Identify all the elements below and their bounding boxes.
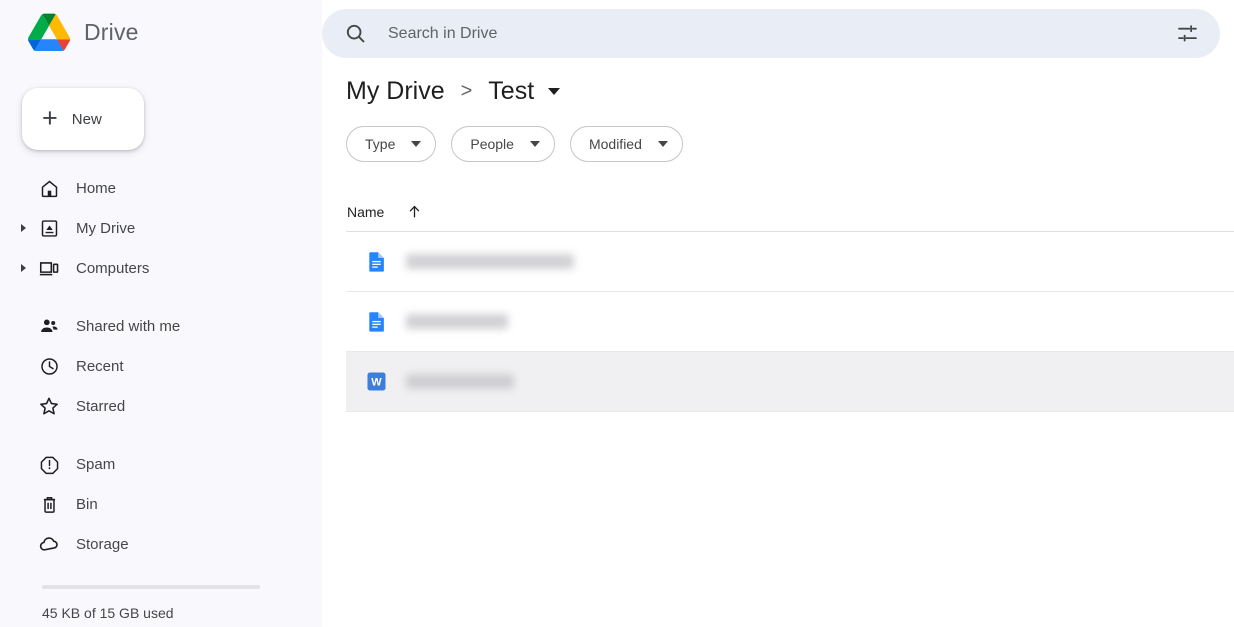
plus-icon: + <box>42 105 58 132</box>
sidebar-item-label: My Drive <box>76 220 135 237</box>
google-docs-icon <box>346 310 406 333</box>
table-header: Name <box>346 192 1234 232</box>
svg-text:W: W <box>371 377 382 389</box>
chevron-down-icon <box>658 141 668 147</box>
file-table: Name <box>346 192 1234 412</box>
new-button-label: New <box>72 111 102 128</box>
search-options-button[interactable] <box>1172 22 1202 45</box>
sidebar-item-my-drive[interactable]: My Drive <box>0 208 322 248</box>
sidebar-item-shared-with-me[interactable]: Shared with me <box>0 306 322 346</box>
arrow-up-icon <box>406 203 423 220</box>
nav-group-drive: Home My Drive <box>0 168 322 288</box>
people-icon <box>32 315 66 337</box>
my-drive-icon <box>32 218 66 239</box>
sidebar-item-computers[interactable]: Computers <box>0 248 322 288</box>
drive-app: Drive + New Home <box>0 0 1234 627</box>
sidebar-item-spam[interactable]: Spam <box>0 444 322 484</box>
clock-icon <box>32 356 66 377</box>
star-icon <box>32 395 66 417</box>
computers-icon <box>32 257 66 279</box>
breadcrumb: My Drive > Test <box>346 58 1234 124</box>
storage-section: 45 KB of 15 GB used <box>0 585 322 627</box>
main-area: My Drive > Test Type People Modified <box>322 0 1234 627</box>
table-row[interactable] <box>346 292 1234 352</box>
sidebar-item-label: Recent <box>76 358 124 375</box>
sidebar-item-label: Bin <box>76 496 98 513</box>
column-header-label: Name <box>347 204 384 220</box>
sidebar-item-recent[interactable]: Recent <box>0 346 322 386</box>
chevron-down-icon <box>411 141 421 147</box>
search-bar[interactable] <box>322 9 1220 58</box>
word-document-icon: W <box>346 370 406 393</box>
nav-group-system: Spam Bin <box>0 444 322 564</box>
file-name <box>406 371 514 393</box>
nav-group-collections: Shared with me Recent <box>0 306 322 426</box>
spam-icon <box>32 454 66 475</box>
chevron-down-icon[interactable] <box>548 88 560 95</box>
filter-chip-people[interactable]: People <box>451 126 555 162</box>
table-row[interactable] <box>346 232 1234 292</box>
file-name <box>406 311 508 333</box>
sidebar-item-bin[interactable]: Bin <box>0 484 322 524</box>
home-icon <box>32 178 66 199</box>
sidebar-item-label: Storage <box>76 536 129 553</box>
expand-my-drive-icon[interactable] <box>14 219 32 237</box>
storage-usage-text: 45 KB of 15 GB used <box>42 605 322 621</box>
sidebar-item-label: Computers <box>76 260 149 277</box>
table-row[interactable]: W <box>346 352 1234 412</box>
breadcrumb-separator: > <box>461 81 473 101</box>
trash-icon <box>32 494 66 515</box>
storage-progress-bar <box>42 585 260 589</box>
breadcrumb-my-drive[interactable]: My Drive <box>346 77 445 106</box>
cloud-icon <box>32 533 66 556</box>
brand-title: Drive <box>84 19 139 46</box>
column-header-name[interactable]: Name <box>347 203 423 220</box>
filter-chip-label: Type <box>365 136 395 152</box>
filter-chip-label: People <box>470 136 514 152</box>
sidebar: Drive + New Home <box>0 0 322 627</box>
tune-icon <box>1176 22 1199 45</box>
new-button[interactable]: + New <box>22 88 144 150</box>
sidebar-item-label: Spam <box>76 456 115 473</box>
filter-chip-label: Modified <box>589 136 642 152</box>
breadcrumb-current-folder[interactable]: Test <box>488 77 534 106</box>
sidebar-item-home[interactable]: Home <box>0 168 322 208</box>
redacted-file-name <box>406 254 574 269</box>
sidebar-item-starred[interactable]: Starred <box>0 386 322 426</box>
search-icon <box>344 22 368 45</box>
filter-chip-type[interactable]: Type <box>346 126 436 162</box>
google-docs-icon <box>346 250 406 273</box>
sidebar-nav: Home My Drive <box>0 168 322 564</box>
sidebar-item-label: Starred <box>76 398 125 415</box>
google-drive-logo-icon <box>28 13 70 51</box>
chevron-down-icon <box>530 141 540 147</box>
search-input[interactable] <box>388 25 1172 43</box>
file-name <box>406 251 574 273</box>
redacted-file-name <box>406 374 514 389</box>
sidebar-item-storage[interactable]: Storage <box>0 524 322 564</box>
sidebar-item-label: Shared with me <box>76 318 180 335</box>
content-area: My Drive > Test Type People Modified <box>322 58 1234 412</box>
filter-chip-modified[interactable]: Modified <box>570 126 683 162</box>
expand-computers-icon[interactable] <box>14 259 32 277</box>
sidebar-item-label: Home <box>76 180 116 197</box>
filter-chips: Type People Modified <box>346 126 1234 162</box>
brand[interactable]: Drive <box>0 0 322 64</box>
search-row <box>322 0 1234 58</box>
redacted-file-name <box>406 314 508 329</box>
